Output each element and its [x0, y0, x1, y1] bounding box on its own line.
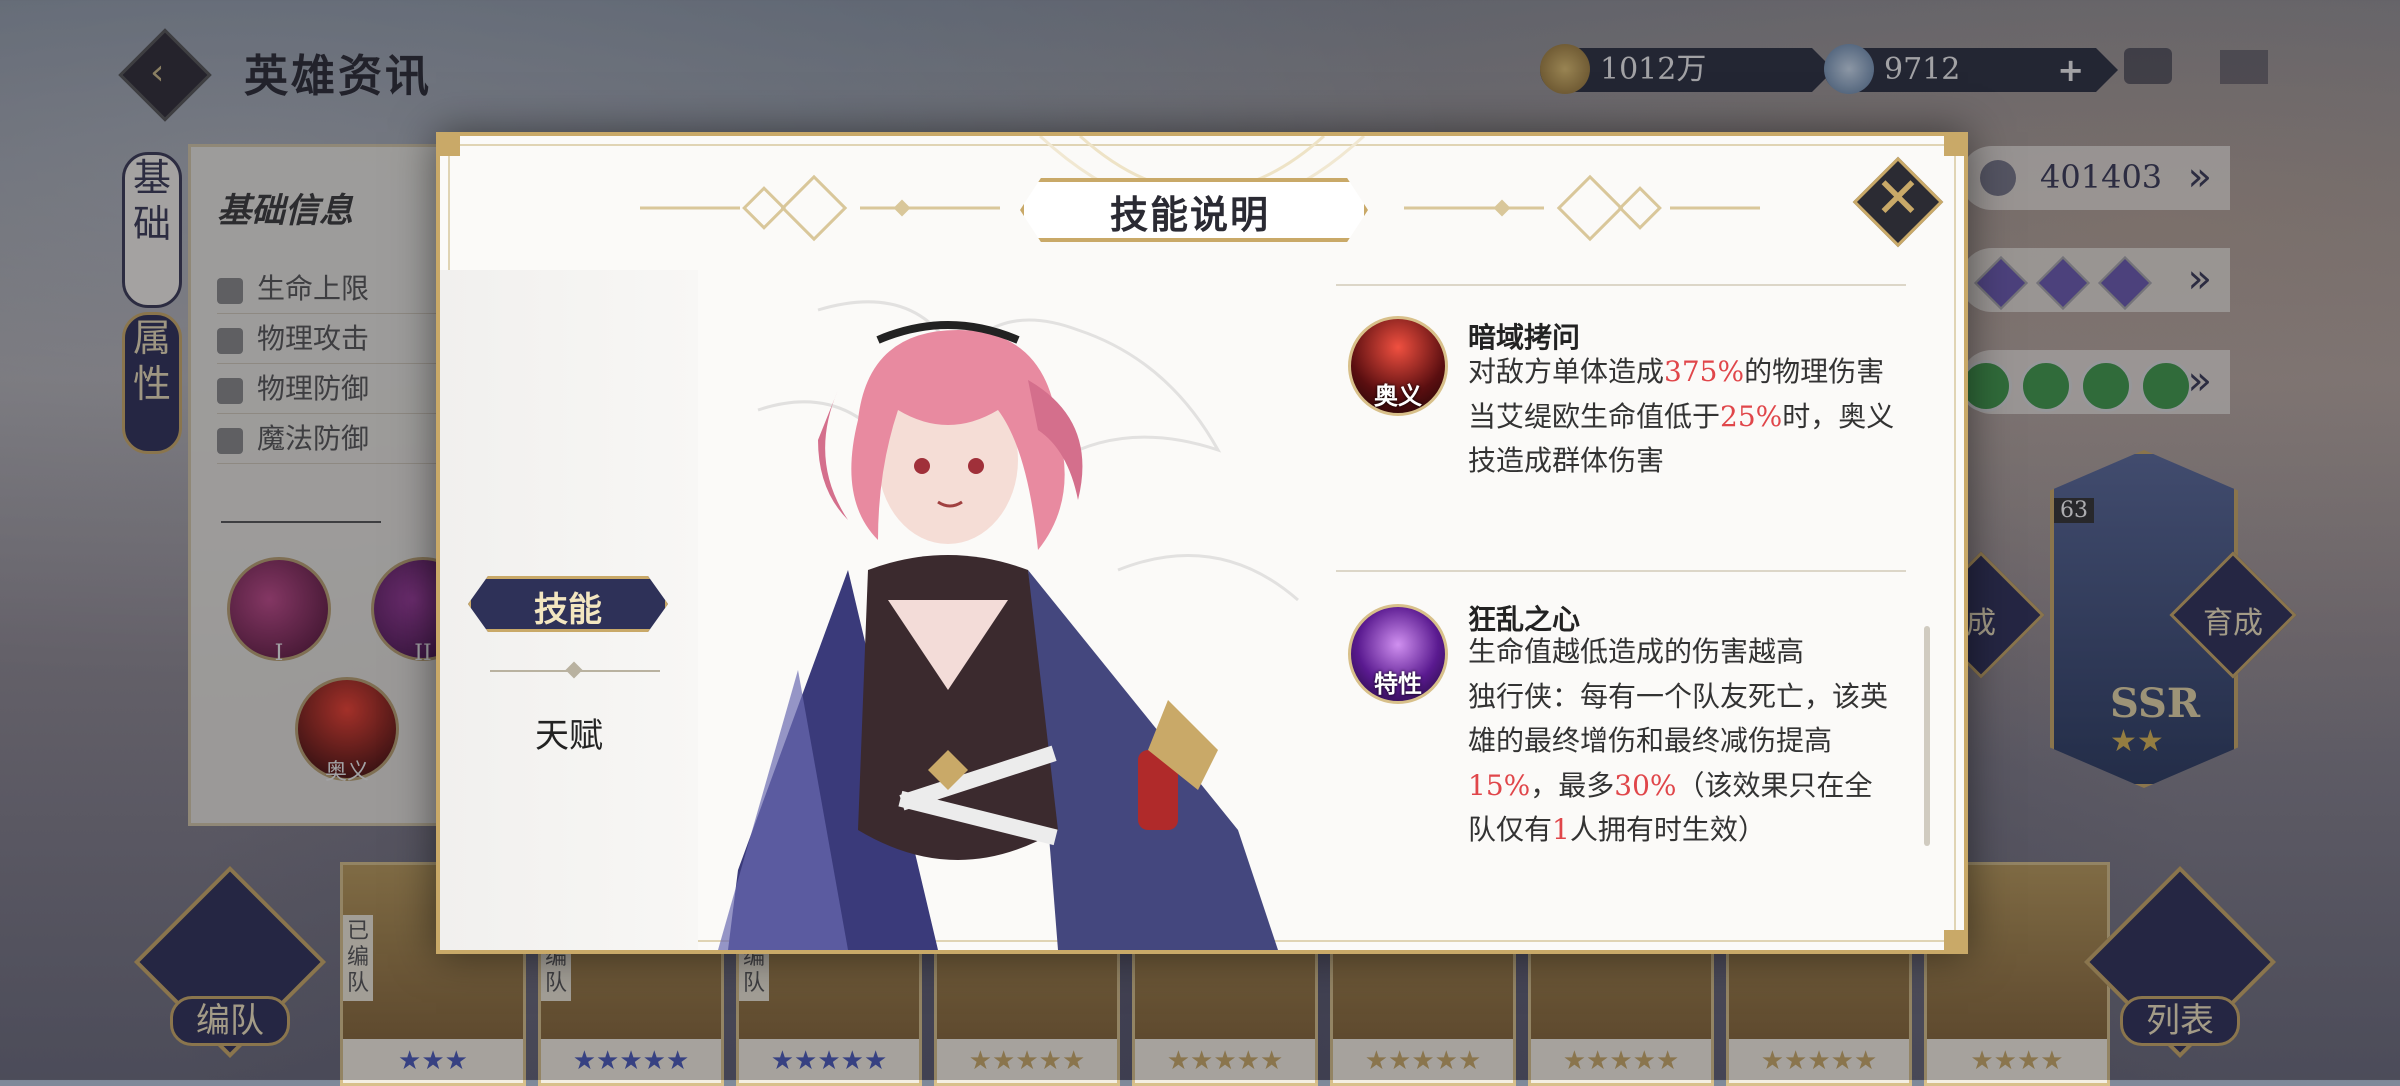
description-text: 当艾缇欧生命值低于	[1468, 399, 1721, 433]
highlight-value: 375%	[1664, 355, 1745, 388]
description-text: 对敌方单体造成	[1468, 355, 1665, 388]
highlight-value: 25%	[1720, 399, 1783, 433]
skill-description-modal: 技能说明 ✕ 技能 天赋 奥义 暗域拷问 对敌方单体造成375%的物理伤害 当艾…	[436, 132, 1968, 954]
description-text: 独行侠：每有一个队友死亡，该英雄的最终增伤和最终减伤提高	[1468, 679, 1889, 758]
highlight-value: 15%	[1468, 768, 1531, 802]
close-button[interactable]: ✕	[1852, 156, 1944, 248]
modal-side-nav: 技能 天赋	[440, 270, 698, 950]
close-icon: ✕	[1874, 166, 1922, 231]
highlight-value: 30%	[1614, 768, 1677, 802]
trait-skill-icon: 特性	[1348, 604, 1448, 704]
ultimate-skill-icon: 奥义	[1348, 316, 1448, 416]
tab-skills[interactable]: 技能	[468, 576, 668, 632]
description-text: 的物理伤害	[1744, 355, 1885, 388]
modal-title: 技能说明	[1109, 192, 1270, 237]
description-text: ，最多	[1530, 768, 1615, 802]
tab-talent[interactable]: 天赋	[440, 708, 698, 757]
highlight-value: 1	[1552, 813, 1570, 846]
description-text: 人拥有时生效）	[1569, 813, 1766, 846]
hero-portrait	[718, 300, 1299, 950]
skill-list: 奥义 暗域拷问 对敌方单体造成375%的物理伤害 当艾缇欧生命值低于25%时，奥义…	[1336, 276, 1916, 946]
skill-description: 对敌方单体造成375%的物理伤害 当艾缇欧生命值低于25%时，奥义技造成群体伤害	[1468, 350, 1898, 484]
description-text: 生命值越低造成的伤害越高	[1468, 635, 1805, 668]
skill-list-scrollbar[interactable]	[1924, 626, 1930, 846]
skill-description: 生命值越低造成的伤害越高独行侠：每有一个队友死亡，该英雄的最终增伤和最终减伤提高…	[1468, 630, 1898, 853]
